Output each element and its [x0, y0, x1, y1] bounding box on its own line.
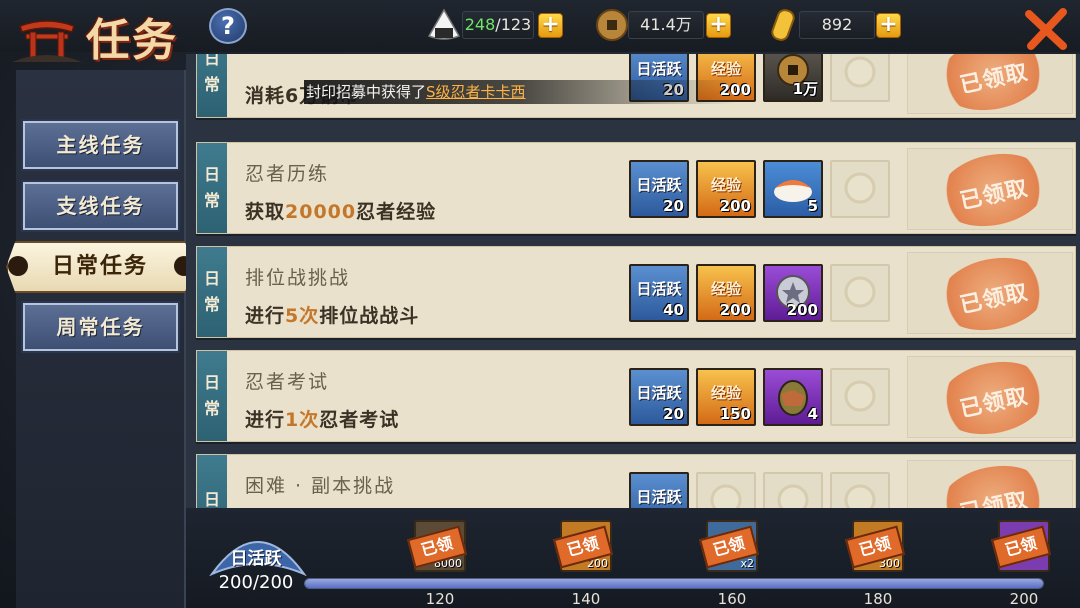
claimed-badge: 已领	[991, 525, 1051, 569]
empty-slot-icon	[844, 276, 876, 308]
claimed-stamp-icon: 已领取	[931, 54, 1055, 120]
task-row[interactable]: 日困难 · 副本挑战 日活跃 已领取	[196, 454, 1076, 508]
reward-slot	[696, 472, 756, 508]
reward-slot[interactable]: 日活跃20	[629, 368, 689, 426]
daily-tag: 日常	[197, 247, 227, 337]
claimed-stamp-icon: 已领取	[931, 144, 1055, 236]
add-gold-button[interactable]: +	[876, 13, 901, 38]
reward-slot[interactable]: 经验200	[696, 160, 756, 218]
daily-tag: 日	[197, 455, 227, 508]
empty-slot-icon	[844, 380, 876, 412]
task-desc: 进行1次忍者考试	[245, 409, 400, 431]
task-row[interactable]: 日常忍者考试进行1次忍者考试 日活跃 20 经验 150 4 已领取	[196, 350, 1076, 444]
milestone-label: 140	[571, 590, 601, 608]
task-list[interactable]: 日常消耗6万铜币日活跃20经验2001万已领取日常忍者历练获取20000忍者经验…	[186, 54, 1080, 508]
reward-slot[interactable]: 日活跃 40	[629, 264, 689, 322]
reward-slot[interactable]: 4	[763, 368, 823, 426]
reward-slot	[763, 472, 823, 508]
nav-deco-icon	[8, 256, 28, 276]
nav-main-quest[interactable]: 主线任务	[21, 119, 180, 171]
activity-bar: 日活跃 200/200 8000 已领 120 200 已领 140 x2 已领 160 300 已…	[186, 508, 1080, 608]
reward-slot[interactable]: 日活跃	[629, 472, 689, 508]
reward-slot[interactable]: 经验200	[696, 264, 756, 322]
nav-weekly-quest[interactable]: 周常任务	[21, 301, 180, 353]
task-name: 困难 · 副本挑战	[245, 475, 396, 497]
empty-slot-icon	[844, 56, 876, 88]
claimed-status: 已领取	[907, 456, 1073, 508]
task-desc: 进行5次排位战战斗	[245, 305, 420, 327]
reward-slot[interactable]: 日活跃20	[629, 160, 689, 218]
empty-slot-icon	[844, 484, 876, 508]
onigiri-icon	[427, 8, 461, 40]
page-title: 任务	[86, 15, 178, 66]
task-desc: 获取20000忍者经验	[245, 201, 437, 223]
close-icon[interactable]	[1023, 6, 1069, 52]
reward-slot	[830, 368, 890, 426]
claimed-status: 已领取	[907, 144, 1073, 236]
help-button[interactable]: ?	[209, 8, 247, 44]
reward-chest[interactable]: 已领	[991, 520, 1051, 572]
claimed-status: 已领取	[907, 248, 1073, 340]
reward-slot	[830, 160, 890, 218]
task-name: 排位战挑战	[245, 267, 351, 289]
torii-logo-icon	[12, 20, 82, 62]
task-name: 忍者考试	[245, 371, 330, 393]
claimed-status: 已领取	[907, 54, 1073, 120]
notification-banner: 封印招募中获得了S级忍者卡卡西	[304, 80, 736, 104]
daily-tag: 日常	[197, 143, 227, 233]
reward-slot	[830, 264, 890, 322]
nav-side-quest[interactable]: 支线任务	[21, 180, 180, 232]
reward-slot[interactable]: 经验 150	[696, 368, 756, 426]
milestone-label: 160	[717, 590, 747, 608]
reward-slot	[830, 472, 890, 508]
reward-slot[interactable]: 5	[763, 160, 823, 218]
claimed-stamp-icon: 已领取	[931, 352, 1055, 444]
gold-counter: 892	[799, 11, 875, 39]
add-coins-button[interactable]: +	[706, 13, 731, 38]
stamina-counter: 248/123	[462, 11, 534, 39]
reward-chest[interactable]: x2 已领	[699, 520, 759, 572]
reward-chest[interactable]: 200 已领	[553, 520, 613, 572]
activity-value: 200/200	[218, 572, 294, 593]
reward-chest[interactable]: 300 已领	[845, 520, 905, 572]
reward-chest[interactable]: 8000 已领	[407, 520, 467, 572]
activity-progress-bar	[304, 578, 1044, 589]
coins-counter: 41.4万	[628, 11, 704, 39]
daily-tag: 日常	[197, 351, 227, 441]
task-row[interactable]: 日常忍者历练获取20000忍者经验 日活跃 20 经验 200 5 已领取	[196, 142, 1076, 236]
add-stamina-button[interactable]: +	[538, 13, 563, 38]
claimed-stamp-icon: 已领取	[931, 456, 1055, 508]
nav-daily-quest[interactable]: 日常任务	[6, 241, 194, 293]
daily-tag: 日常	[197, 54, 227, 117]
claimed-stamp-icon: 已领取	[931, 248, 1055, 340]
reward-slot[interactable]: 200	[763, 264, 823, 322]
claimed-status: 已领取	[907, 352, 1073, 444]
activity-label: 日活跃	[230, 549, 282, 569]
empty-slot-icon	[844, 172, 876, 204]
empty-slot-icon	[710, 484, 742, 508]
gold-ingot-icon	[771, 9, 795, 41]
task-row[interactable]: 日常排位战挑战进行5次排位战战斗 日活跃 40 经验 200 200 已领取	[196, 246, 1076, 340]
milestone-label: 120	[425, 590, 455, 608]
task-name: 忍者历练	[245, 163, 330, 185]
reward-slot	[830, 54, 890, 102]
empty-slot-icon	[777, 484, 809, 508]
milestone-label: 200	[1009, 590, 1039, 608]
milestone-label: 180	[863, 590, 893, 608]
activity-progress-fill	[305, 579, 1043, 588]
copper-coin-icon	[596, 9, 628, 41]
reward-slot[interactable]: 1万	[763, 54, 823, 102]
